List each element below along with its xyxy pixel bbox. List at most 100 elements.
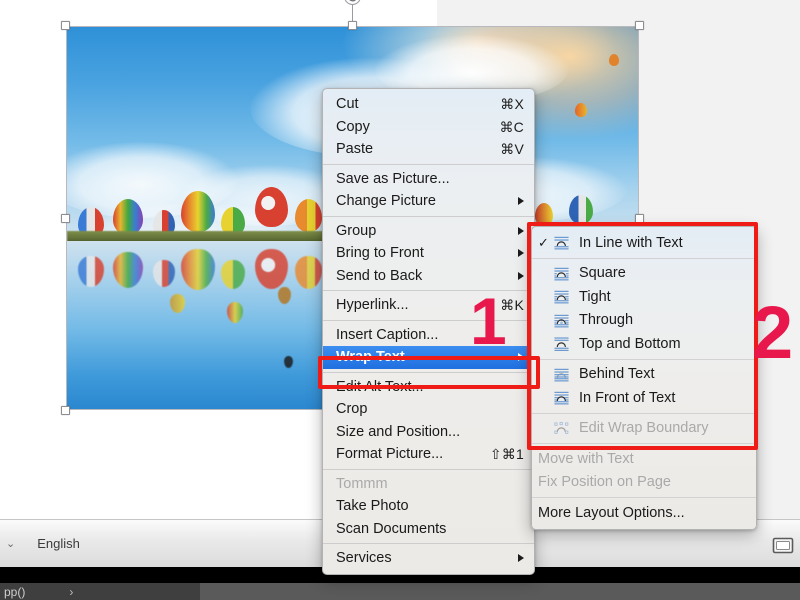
menu-item-size-and-position[interactable]: Size and Position... [323,421,534,444]
menu-item-send-to-back[interactable]: Send to Back [323,265,534,288]
menu-item-hyperlink[interactable]: Hyperlink... ⌘K [323,294,534,317]
wrap-option-through[interactable]: Through [532,309,756,333]
menu-item-label: Copy [336,118,370,135]
menu-item-edit-alt-text[interactable]: Edit Alt Text... [323,376,534,399]
resize-handle-bottom-left[interactable] [61,406,70,415]
menu-item-services[interactable]: Services [323,547,534,570]
wrap-tight-icon [552,289,571,304]
wrap-option-label: Through [579,312,634,328]
menu-item-shortcut: ⌘V [500,141,524,158]
menu-separator [323,543,534,544]
wrap-option-label: Tight [579,288,611,305]
wrap-option-label: In Front of Text [579,389,676,406]
menu-item-bring-to-front[interactable]: Bring to Front [323,242,534,265]
wrap-option-label: Behind Text [579,366,655,382]
wrap-inline-icon [552,235,571,250]
menu-item-label: Send to Back [336,267,423,284]
menu-item-label: Edit Alt Text... [336,378,424,395]
wrap-option-label: Move with Text [538,450,634,467]
menu-item-group[interactable]: Group [323,220,534,243]
wrap-option-label: Edit Wrap Boundary [579,420,709,436]
wrap-square-icon [552,266,571,281]
wrap-option-behind-text[interactable]: Behind Text [532,363,756,387]
wrap-option-label: Square [579,265,626,281]
menu-item-label: Crop [336,401,368,417]
menu-item-shortcut: ⇧⌘1 [489,446,524,463]
menu-item-tommm: Tommm [323,473,534,496]
menu-item-scan-documents[interactable]: Scan Documents [323,518,534,541]
menu-item-label: Size and Position... [336,423,461,440]
menu-item-crop[interactable]: Crop [323,398,534,421]
submenu-arrow-icon [518,197,524,206]
menu-item-label: Paste [336,141,374,157]
wrap-option-fix-position-on-page: Fix Position on Page [532,471,756,495]
menu-item-copy[interactable]: Copy ⌘C [323,116,534,139]
language-caret-icon[interactable]: ⌄ [6,537,15,550]
menu-item-label: Change Picture [336,193,436,209]
menu-separator [532,412,756,414]
status-language-label[interactable]: English [37,536,80,551]
wrap-option-square[interactable]: Square [532,262,756,286]
wrap-option-edit-wrap-boundary: Edit Wrap Boundary [532,417,756,441]
menu-item-take-photo[interactable]: Take Photo [323,495,534,518]
menu-item-format-picture[interactable]: Format Picture... ⇧⌘1 [323,443,534,466]
wrap-option-top-and-bottom[interactable]: Top and Bottom [532,332,756,356]
menu-separator [323,215,534,217]
wrap-option-in-line-with-text[interactable]: ✓ In Line with Text [532,231,756,255]
wrap-behind-icon [552,367,571,382]
menu-item-paste[interactable]: Paste ⌘V [323,138,534,161]
menu-item-label: Hyperlink... [336,297,409,313]
menu-separator [532,497,756,498]
wrap-option-in-front-of-text[interactable]: In Front of Text [532,386,756,410]
menu-item-save-as-picture[interactable]: Save as Picture... [323,168,534,191]
wrap-through-icon [552,313,571,328]
taskbar-tab-caret-icon: › [69,584,74,599]
menu-separator [323,163,534,165]
submenu-arrow-icon [518,249,524,258]
menu-separator [323,290,534,291]
menu-item-label: Tommm [336,475,388,492]
menu-separator [323,468,534,470]
menu-item-label: Insert Caption... [336,326,439,343]
menu-item-shortcut: ⌘K [500,297,524,314]
menu-separator [532,358,756,360]
menu-item-label: Group [336,222,377,239]
resize-handle-top-left[interactable] [61,21,70,30]
resize-handle-middle-right[interactable] [635,214,644,223]
wrap-text-submenu[interactable]: ✓ In Line with Text Square Tight Through Top … [531,226,757,530]
resize-handle-top-center[interactable] [348,21,357,30]
menu-item-label: Format Picture... [336,446,444,462]
menu-item-cut[interactable]: Cut ⌘X [323,93,534,116]
checkmark-icon: ✓ [538,235,549,251]
submenu-arrow-icon [518,554,524,563]
menu-item-wrap-text[interactable]: Wrap Text [323,346,534,369]
wrap-option-move-with-text: Move with Text [532,447,756,471]
resize-handle-top-right[interactable] [635,21,644,30]
menu-item-label: Wrap Text [336,349,405,365]
submenu-arrow-icon [518,353,524,362]
menu-separator [323,371,534,373]
menu-item-label: Save as Picture... [336,170,450,187]
menu-item-insert-caption[interactable]: Insert Caption... [323,324,534,347]
taskbar-background [200,583,800,600]
wrap-option-tight[interactable]: Tight [532,285,756,309]
wrap-option-label: In Line with Text [579,234,683,251]
print-layout-view-icon[interactable] [772,537,794,554]
menu-item-label: Take Photo [336,498,409,514]
wrap-boundary-icon [552,421,571,436]
menu-separator [532,257,756,259]
menu-item-change-picture[interactable]: Change Picture [323,190,534,213]
menu-separator [532,443,756,444]
wrap-option-label: Top and Bottom [579,335,681,352]
document-canvas: ⌄ English pp() › Cut ⌘X Copy ⌘C Paste ⌘V Save … [0,0,800,600]
wrap-option-label: More Layout Options... [538,504,685,521]
resize-handle-middle-left[interactable] [61,214,70,223]
wrap-option-label: Fix Position on Page [538,474,671,490]
menu-item-label: Cut [336,96,359,112]
wrap-option-more-layout-options[interactable]: More Layout Options... [532,501,756,525]
taskbar-tab[interactable]: pp() › [0,583,200,600]
menu-item-shortcut: ⌘C [499,118,524,135]
picture-context-menu[interactable]: Cut ⌘X Copy ⌘C Paste ⌘V Save as Picture... Chan… [322,88,535,575]
menu-separator [323,319,534,321]
submenu-arrow-icon [518,271,524,280]
